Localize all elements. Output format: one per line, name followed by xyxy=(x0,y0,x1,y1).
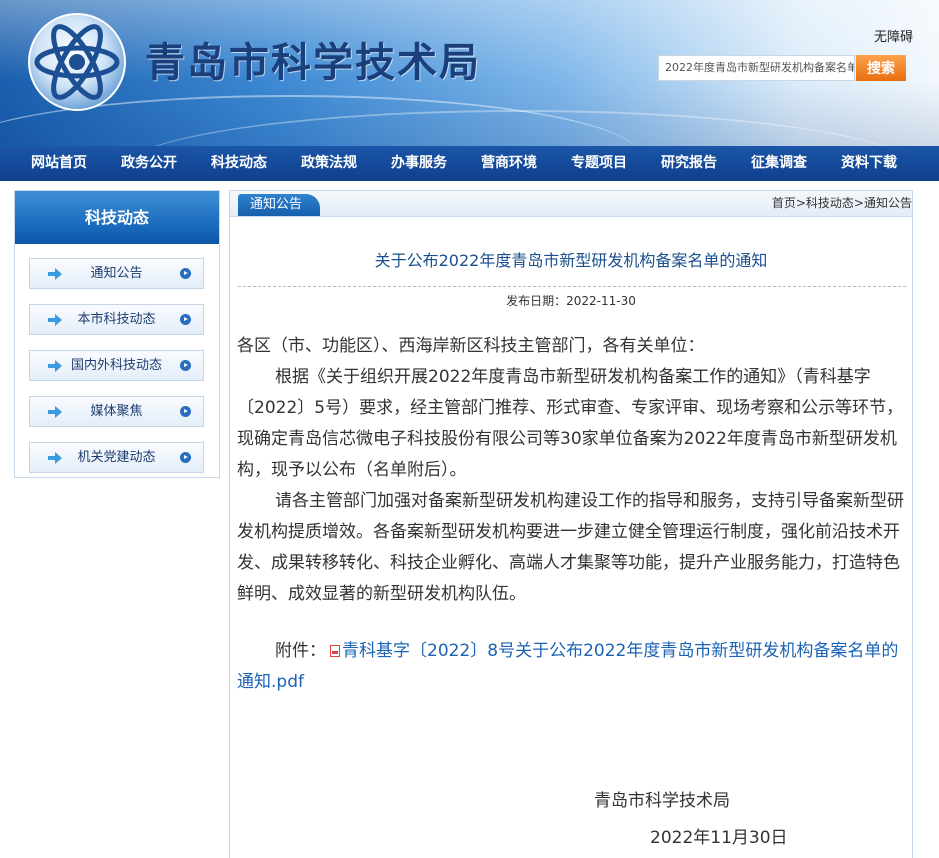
accessibility-link[interactable]: 无障碍 xyxy=(874,26,913,45)
publish-date: 发布日期：2022-11-30 xyxy=(506,294,636,308)
play-circle-icon xyxy=(180,314,191,325)
sidebar-item-label: 媒体聚焦 xyxy=(90,404,143,419)
play-circle-icon xyxy=(180,452,191,463)
article-title: 关于公布2022年度青岛市新型研发机构备案名单的通知 xyxy=(374,251,768,270)
signature: 青岛市科学技术局 xyxy=(594,791,730,811)
search-input[interactable]: 2022年度青岛市新型研发机构备案名单 xyxy=(658,55,855,81)
sidebar-item-label: 机关党建动态 xyxy=(77,450,156,465)
article-body: 各区（市、功能区）、西海岸新区科技主管部门，各有关单位： 根据《关于组织开展20… xyxy=(237,331,907,698)
nav-item-surveys[interactable]: 征集调查 xyxy=(742,146,816,181)
sign-date: 2022年11月30日 xyxy=(650,828,788,848)
title-divider xyxy=(238,286,906,287)
sidebar-item-party-building[interactable]: 机关党建动态 xyxy=(29,442,204,473)
sidebar-item-domestic-foreign-news[interactable]: 国内外科技动态 xyxy=(29,350,204,381)
play-circle-icon xyxy=(180,360,191,371)
tab-notices[interactable]: 通知公告 xyxy=(238,194,321,216)
breadcrumb: 首页>科技动态>通知公告 xyxy=(772,191,912,216)
play-circle-icon xyxy=(180,406,191,417)
sidebar-title: 科技动态 xyxy=(15,191,219,244)
sidebar-item-label: 本市科技动态 xyxy=(77,312,156,327)
sidebar: 科技动态 通知公告 本市科技动态 国内外科技动态 媒体聚焦 机关党建动态 xyxy=(14,190,220,478)
sidebar-item-label: 国内外科技动态 xyxy=(70,358,162,373)
site-title: 青岛市科学技术局 xyxy=(145,40,481,86)
article-paragraph: 根据《关于组织开展2022年度青岛市新型研发机构备案工作的通知》（青科基字〔20… xyxy=(237,367,904,480)
article-salutation: 各区（市、功能区）、西海岸新区科技主管部门，各有关单位： xyxy=(237,336,705,356)
nav-item-home[interactable]: 网站首页 xyxy=(22,146,96,181)
content-panel: 通知公告 首页>科技动态>通知公告 关于公布2022年度青岛市新型研发机构备案名… xyxy=(229,190,913,858)
breadcrumb-tech-news[interactable]: 科技动态 xyxy=(806,196,854,210)
search-button[interactable]: 搜索 xyxy=(856,55,906,81)
nav-item-services[interactable]: 办事服务 xyxy=(382,146,456,181)
main-nav: 网站首页 政务公开 科技动态 政策法规 办事服务 营商环境 专题项目 研究报告 … xyxy=(0,146,939,181)
sidebar-item-notices[interactable]: 通知公告 xyxy=(29,258,204,289)
site-header: 青岛市科学技术局 无障碍 2022年度青岛市新型研发机构备案名单 搜索 xyxy=(0,0,939,146)
sidebar-item-label: 通知公告 xyxy=(90,266,143,281)
sidebar-item-local-tech-news[interactable]: 本市科技动态 xyxy=(29,304,204,335)
nav-item-special-projects[interactable]: 专题项目 xyxy=(562,146,636,181)
nav-item-downloads[interactable]: 资料下载 xyxy=(832,146,906,181)
nav-item-policies[interactable]: 政策法规 xyxy=(292,146,366,181)
nav-item-tech-news[interactable]: 科技动态 xyxy=(202,146,276,181)
attachment-line: 附件： 青科基字〔2022〕8号关于公布2022年度青岛市新型研发机构备案名单的通… xyxy=(237,636,907,698)
breadcrumb-home[interactable]: 首页 xyxy=(772,196,796,210)
breadcrumb-separator: > xyxy=(795,196,806,210)
article-paragraph: 请各主管部门加强对备案新型研发机构建设工作的指导和服务，支持引导备案新型研发机构… xyxy=(237,491,904,604)
nav-item-research-reports[interactable]: 研究报告 xyxy=(652,146,726,181)
breadcrumb-separator: > xyxy=(853,196,864,210)
nav-item-business-environment[interactable]: 营商环境 xyxy=(472,146,546,181)
breadcrumb-notices[interactable]: 通知公告 xyxy=(864,196,912,210)
nav-item-government-affairs[interactable]: 政务公开 xyxy=(112,146,186,181)
sidebar-item-media-focus[interactable]: 媒体聚焦 xyxy=(29,396,204,427)
pdf-file-icon xyxy=(330,645,340,657)
attachment-label: 附件： xyxy=(275,641,326,661)
play-circle-icon xyxy=(180,268,191,279)
content-tabbar: 通知公告 首页>科技动态>通知公告 xyxy=(230,191,912,217)
atom-logo-icon xyxy=(28,13,126,111)
